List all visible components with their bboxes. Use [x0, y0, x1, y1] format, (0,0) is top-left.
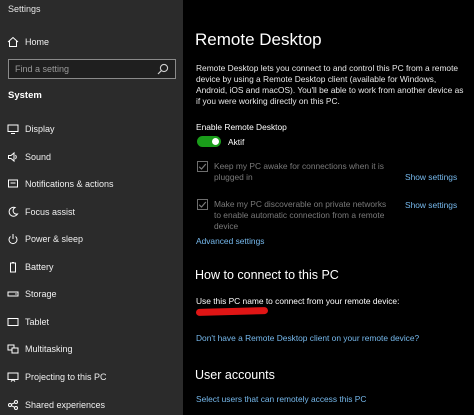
sidebar-section-heading: System [8, 90, 42, 101]
search-icon[interactable] [156, 62, 170, 76]
keep-awake-checkbox[interactable] [197, 161, 208, 172]
sidebar-item-sound[interactable]: Sound [0, 146, 183, 168]
projector-icon [7, 371, 19, 383]
sidebar-item-label: Display [25, 124, 55, 134]
storage-icon [7, 288, 19, 300]
multitasking-icon [7, 343, 19, 355]
sidebar-item-label: Battery [25, 262, 54, 272]
sidebar-home-label: Home [25, 37, 50, 47]
sidebar-item-label: Power & sleep [25, 234, 84, 244]
sidebar-item-label: Focus assist [25, 207, 76, 217]
sidebar-item-label: Storage [25, 289, 57, 299]
sidebar-item-display[interactable]: Display [0, 118, 183, 140]
search-box[interactable]: Find a setting [8, 59, 176, 79]
toggle-knob [212, 138, 219, 145]
sidebar-item-label: Shared experiences [25, 400, 106, 410]
sidebar-item-label: Tablet [25, 317, 50, 327]
sidebar-item-focus-assist[interactable]: Focus assist [0, 201, 183, 223]
sidebar-item-label: Multitasking [25, 344, 73, 354]
content-pane: Remote Desktop Remote Desktop lets you c… [183, 0, 474, 415]
shared-icon [7, 399, 19, 411]
moon-icon [7, 206, 19, 218]
home-icon [7, 36, 19, 48]
sidebar-item-storage[interactable]: Storage [0, 283, 183, 305]
checkmark-icon [198, 163, 207, 170]
sidebar-item-notifications[interactable]: Notifications & actions [0, 173, 183, 195]
discoverable-checkbox[interactable] [197, 199, 208, 210]
remote-client-link[interactable]: Don't have a Remote Desktop client on yo… [196, 333, 419, 343]
sidebar-item-label: Notifications & actions [25, 179, 114, 189]
redacted-pc-name [195, 307, 269, 316]
sidebar-item-label: Projecting to this PC [25, 372, 107, 382]
enable-remote-desktop-label: Enable Remote Desktop [196, 122, 287, 132]
discoverable-show-settings-link[interactable]: Show settings [405, 200, 457, 210]
sidebar-home[interactable]: Home [0, 31, 183, 53]
connect-heading: How to connect to this PC [195, 268, 339, 282]
display-icon [7, 123, 19, 135]
enable-remote-desktop-toggle[interactable] [197, 136, 221, 147]
window-title: Settings [8, 4, 41, 14]
toggle-state-label: Aktif [228, 137, 245, 147]
battery-icon [7, 261, 19, 273]
page-description: Remote Desktop lets you connect to and c… [196, 63, 464, 106]
notification-icon [7, 178, 19, 190]
sidebar-item-projecting[interactable]: Projecting to this PC [0, 366, 183, 388]
checkmark-icon [198, 201, 207, 208]
sidebar-item-battery[interactable]: Battery [0, 256, 183, 278]
sidebar-item-shared-experiences[interactable]: Shared experiences [0, 394, 183, 415]
advanced-settings-link[interactable]: Advanced settings [196, 236, 264, 246]
keep-awake-show-settings-link[interactable]: Show settings [405, 172, 457, 182]
sidebar-item-label: Sound [25, 152, 52, 162]
speaker-icon [7, 151, 19, 163]
sidebar-item-tablet[interactable]: Tablet [0, 311, 183, 333]
search-input[interactable]: Find a setting [15, 64, 156, 74]
page-title: Remote Desktop [195, 30, 322, 49]
power-icon [7, 233, 19, 245]
sidebar: Settings Home Find a setting System Disp… [0, 0, 183, 415]
tablet-icon [7, 316, 19, 328]
connect-instructions: Use this PC name to connect from your re… [196, 296, 400, 306]
sidebar-item-multitasking[interactable]: Multitasking [0, 338, 183, 360]
discoverable-label: Make my PC discoverable on private netwo… [214, 199, 387, 231]
sidebar-item-power-sleep[interactable]: Power & sleep [0, 228, 183, 250]
keep-awake-label: Keep my PC awake for connections when it… [214, 161, 384, 182]
select-users-link[interactable]: Select users that can remotely access th… [196, 394, 366, 404]
user-accounts-heading: User accounts [195, 368, 275, 382]
